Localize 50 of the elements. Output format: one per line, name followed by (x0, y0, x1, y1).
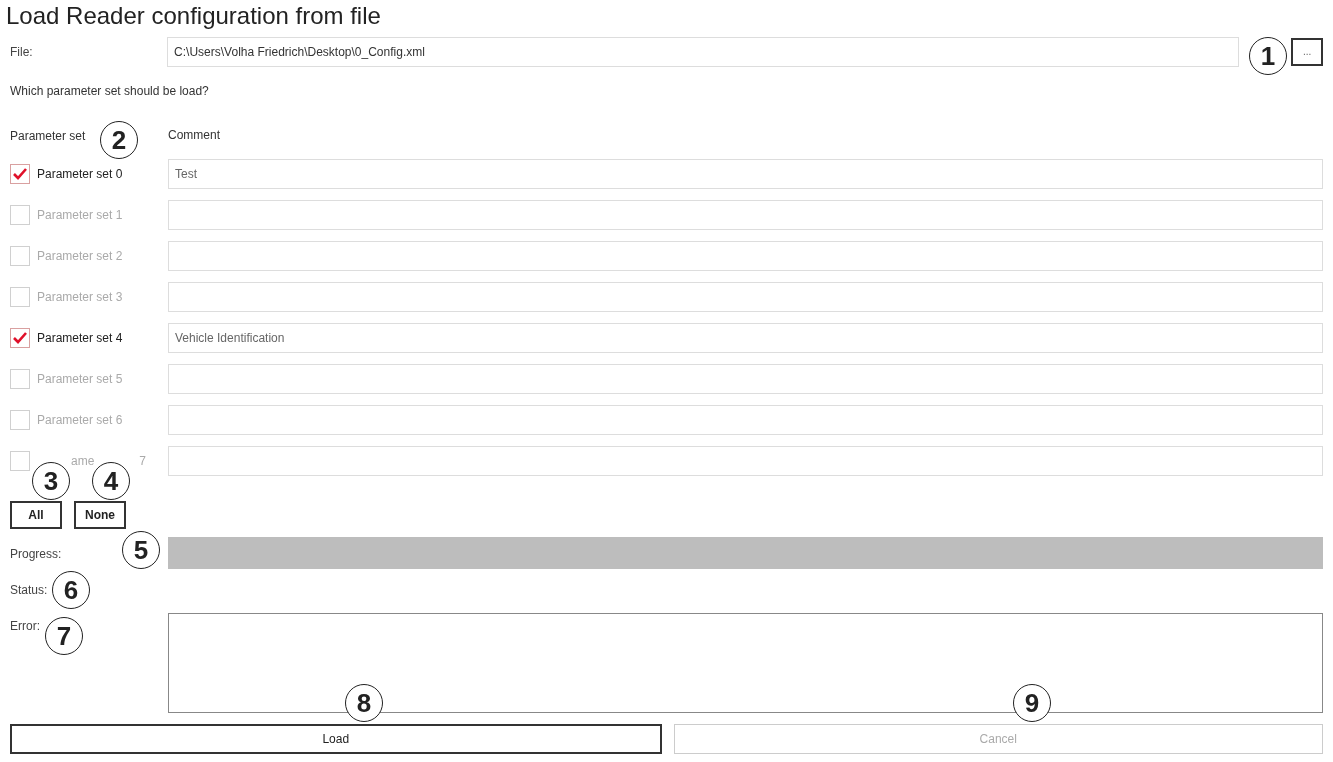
checkmark-icon (13, 168, 27, 180)
page-title: Load Reader configuration from file (6, 1, 381, 31)
comment-field[interactable] (168, 200, 1323, 230)
column-header: Parameter set (10, 129, 86, 143)
comment-field[interactable] (168, 446, 1323, 476)
parameter-set-label: ame (71, 453, 95, 470)
action-button[interactable]: Load (10, 724, 662, 754)
checkbox[interactable] (10, 451, 30, 471)
callout-number: 5 (122, 531, 160, 569)
error-text-area[interactable] (168, 613, 1323, 713)
select-button[interactable]: All (10, 501, 62, 529)
comment-field[interactable] (168, 364, 1323, 394)
callout-number: 8 (345, 684, 383, 722)
comment-field[interactable] (168, 241, 1323, 271)
browse-button[interactable]: ... (1291, 38, 1323, 66)
callout-number: 3 (32, 462, 70, 500)
parameter-set-label: Parameter set 4 (37, 330, 123, 347)
checkbox[interactable] (10, 369, 30, 389)
select-button[interactable]: None (74, 501, 126, 529)
callout-number: 7 (45, 617, 83, 655)
file-path-field[interactable]: C:\Users\Volha Friedrich\Desktop\0_Config.xml (167, 37, 1240, 67)
checkbox[interactable] (10, 164, 30, 184)
parameter-set-label: Parameter set 6 (37, 412, 123, 429)
callout-number: 9 (1013, 684, 1051, 722)
checkbox[interactable] (10, 328, 30, 348)
checkbox[interactable] (10, 287, 30, 307)
parameter-set-label: Parameter set 0 (37, 166, 123, 183)
callout-number: 2 (100, 121, 138, 159)
comment-field[interactable] (168, 405, 1323, 435)
status-label: Status: (10, 582, 48, 599)
callout-number: 1 (1249, 37, 1287, 75)
parameter-set-label: Parameter set 3 (37, 289, 123, 306)
checkbox[interactable] (10, 410, 30, 430)
comment-field[interactable]: Vehicle Identification (168, 323, 1323, 353)
parameter-set-label: Parameter set 5 (37, 371, 123, 388)
comment-field[interactable]: Test (168, 159, 1323, 189)
checkbox[interactable] (10, 205, 30, 225)
parameter-set-label: Parameter set 1 (37, 207, 123, 224)
column-header: Comment (168, 127, 220, 144)
parameter-set-label: 7 (139, 453, 147, 470)
question-text: Which parameter set should be load? (10, 83, 209, 100)
callout-number: 6 (52, 571, 90, 609)
progress-label: Progress: (10, 547, 62, 561)
checkbox[interactable] (10, 246, 30, 266)
parameter-set-label: Parameter set 2 (37, 248, 123, 265)
comment-field[interactable] (168, 282, 1323, 312)
file-label: File: (10, 44, 34, 61)
checkmark-icon (13, 332, 27, 344)
callout-number: 4 (92, 462, 130, 500)
error-label: Error: (10, 619, 40, 633)
